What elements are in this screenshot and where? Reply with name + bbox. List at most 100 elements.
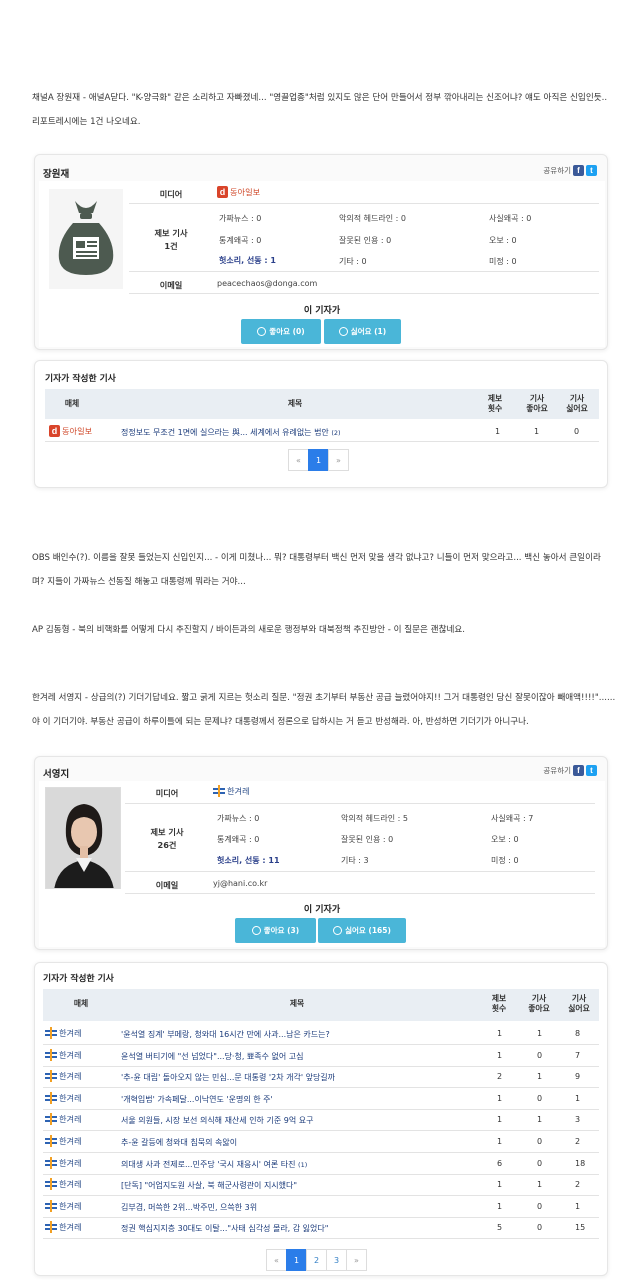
row-title[interactable]: 정정보도 무조건 1면에 실으라는 與... 세계에서 유례없는 법안 (2) (121, 427, 341, 438)
row-title-text[interactable]: 윤석열 버티기에 "선 넘었다"...당·청, 뾰족수 없어 고심 (121, 1052, 304, 1061)
like-button[interactable]: 좋아요 (3) (235, 918, 316, 943)
row-title[interactable]: '추-윤 대립' 돌아오지 않는 민심...문 대통령 '2차 개각' 앞당길까 (121, 1072, 335, 1083)
reporter-profile-card: 장원재 공유하기 f t 미디어 d 동아일보 제보 기사 1건 가짜뉴스 : … (34, 154, 608, 350)
row-reports: 2 (497, 1072, 503, 1082)
row-title[interactable]: 의대생 사과 전제로...민주당 '국시 재응시' 여론 타진 (1) (121, 1159, 307, 1170)
prev-page-button[interactable]: « (288, 449, 309, 471)
row-title-text[interactable]: 추-윤 갈등에 청와대 침묵의 속앓이 (121, 1138, 237, 1147)
row-media-name: 한겨레 (59, 1136, 82, 1146)
like-button[interactable]: 좋아요 (0) (241, 319, 321, 344)
row-title-text[interactable]: '윤석열 징계' 부메랑, 청와대 16시간 만에 사과...남은 카드는? (121, 1030, 330, 1039)
frown-icon (333, 926, 343, 935)
reporter-name: 서영지 (43, 769, 70, 780)
row-media[interactable]: 한겨레 (45, 1070, 82, 1083)
row-title[interactable]: '개혁입법' 가속페달...이낙연도 '운명의 한 주' (121, 1094, 273, 1105)
row-reports: 6 (497, 1158, 503, 1168)
row-media[interactable]: 한겨레 (45, 1027, 82, 1039)
dislike-button[interactable]: 싫어요 (165) (318, 918, 406, 943)
twitter-icon[interactable]: t (586, 765, 597, 776)
hani-logo-icon (45, 1199, 57, 1212)
row-media[interactable]: 한겨레 (45, 1135, 82, 1147)
donga-logo-icon: d (49, 425, 60, 437)
media-label: 미디어 (159, 189, 183, 199)
next-page-button[interactable]: » (328, 449, 349, 471)
hani-logo-icon (45, 1178, 57, 1191)
next-page-button[interactable]: » (346, 1249, 367, 1271)
hani-logo-icon (45, 1048, 57, 1061)
stat-undecided: 미정 : 0 (491, 856, 519, 865)
facebook-icon[interactable]: f (573, 765, 584, 776)
page-3-button[interactable]: 3 (326, 1249, 347, 1271)
row-likes: 1 (537, 1029, 543, 1038)
stat-misreport: 오보 : 0 (491, 835, 519, 844)
report-label: 제보 기사 (154, 228, 188, 238)
hani-logo-icon (45, 1221, 57, 1234)
row-media[interactable]: 한겨레 (45, 1221, 82, 1234)
row-media-name: 한겨레 (59, 1071, 82, 1082)
report-count: 1건 (164, 241, 178, 251)
media-label: 미디어 (155, 788, 179, 798)
row-title[interactable]: 정권 핵심지지층 30대도 이탈..."사태 심각성 몰라, 감 잃었다" (121, 1223, 328, 1234)
row-media[interactable]: 한겨레 (45, 1048, 82, 1061)
commentary-paragraph: OBS 배인수(?). 이름을 잘못 들었는지 신입인지... - 이게 미쳤나… (32, 553, 601, 587)
share-area: 공유하기 f t (543, 765, 597, 776)
row-media[interactable]: 한겨레 (45, 1156, 82, 1169)
col-likes: 기사 좋아요 (528, 994, 550, 1013)
like-button-label: 좋아요 (3) (263, 926, 300, 935)
row-media-name: 한겨레 (59, 1157, 82, 1168)
share-label: 공유하기 (543, 766, 571, 775)
stat-misquote: 잘못된 인용 : 0 (339, 236, 392, 245)
media-name: 동아일보 (230, 187, 261, 197)
row-title-text[interactable]: [단독] "어업지도원 사살, 북 해군사령관이 지시했다" (121, 1181, 297, 1190)
row-media-name: 한겨레 (59, 1049, 82, 1060)
row-media[interactable]: 한겨레 (45, 1113, 82, 1126)
prev-page-button[interactable]: « (266, 1249, 287, 1271)
row-dislikes: 7 (575, 1050, 581, 1060)
dislike-button-label: 싫어요 (165) (345, 926, 391, 935)
stat-other: 기타 : 0 (339, 257, 367, 266)
col-likes: 기사 좋아요 (526, 394, 548, 413)
hani-logo-icon (45, 1027, 57, 1039)
page-2-button[interactable]: 2 (306, 1249, 327, 1271)
row-dislikes: 9 (575, 1072, 581, 1082)
commentary-paragraph: AP 김동형 - 북의 비핵화를 어떻게 다시 추진할지 / 바이든과의 새로운… (32, 625, 466, 635)
row-title-text[interactable]: 의대생 사과 전제로...민주당 '국시 재응시' 여론 타진 (121, 1160, 295, 1169)
row-title-text[interactable]: 정권 핵심지지층 30대도 이탈..."사태 심각성 몰라, 감 잃었다" (121, 1224, 328, 1233)
row-media-name: 한겨레 (59, 1028, 82, 1038)
row-media[interactable]: d 동아일보 (49, 425, 92, 437)
row-title-text[interactable]: '개혁입법' 가속페달...이낙연도 '운명의 한 주' (121, 1095, 273, 1104)
media-link[interactable]: 한겨레 (213, 785, 250, 797)
row-title-text[interactable]: 정정보도 무조건 1면에 실으라는 與... 세계에서 유례없는 법안 (121, 428, 329, 437)
smile-icon (257, 327, 267, 336)
row-media-name: 한겨레 (59, 1179, 82, 1190)
stat-fake-news: 가짜뉴스 : 0 (219, 214, 262, 223)
row-title-text[interactable]: '추-윤 대립' 돌아오지 않는 민심...문 대통령 '2차 개각' 앞당길까 (121, 1073, 335, 1082)
row-title[interactable]: [단독] "어업지도원 사살, 북 해군사령관이 지시했다" (121, 1180, 297, 1191)
page-1-button[interactable]: 1 (286, 1249, 307, 1271)
row-title[interactable]: '윤석열 징계' 부메랑, 청와대 16시간 만에 사과...남은 카드는? (121, 1029, 330, 1040)
col-reports: 제보 횟수 (491, 994, 507, 1013)
report-label: 제보 기사 (150, 827, 184, 837)
col-title: 제목 (287, 399, 303, 408)
hani-logo-icon (45, 1156, 57, 1169)
row-title-text[interactable]: 김부겸, 머쓱한 2위...박주민, 으쓱한 3위 (121, 1203, 257, 1212)
row-media[interactable]: 한겨레 (45, 1199, 82, 1212)
reporter-name: 장원재 (43, 169, 70, 180)
row-title-text[interactable]: 서울 의원들, 시장 보선 의식해 재산세 인하 기준 9억 요구 (121, 1116, 313, 1125)
twitter-icon[interactable]: t (586, 165, 597, 176)
row-likes: 0 (537, 1201, 543, 1211)
facebook-icon[interactable]: f (573, 165, 584, 176)
hani-logo-icon (45, 1091, 57, 1104)
row-media[interactable]: 한겨레 (45, 1178, 82, 1191)
media-link[interactable]: d 동아일보 (217, 186, 260, 198)
row-media[interactable]: 한겨레 (45, 1091, 82, 1104)
row-title[interactable]: 김부겸, 머쓱한 2위...박주민, 으쓱한 3위 (121, 1202, 257, 1213)
row-likes: 0 (537, 1223, 543, 1233)
dislike-button[interactable]: 싫어요 (1) (324, 319, 401, 344)
articles-title: 기자가 작성한 기사 (45, 374, 116, 384)
row-title[interactable]: 추-윤 갈등에 청와대 침묵의 속앓이 (121, 1137, 237, 1148)
row-title[interactable]: 서울 의원들, 시장 보선 의식해 재산세 인하 기준 9억 요구 (121, 1115, 313, 1126)
dislike-button-label: 싫어요 (1) (350, 327, 387, 336)
row-title[interactable]: 윤석열 버티기에 "선 넘었다"...당·청, 뾰족수 없어 고심 (121, 1051, 304, 1062)
page-1-button[interactable]: 1 (308, 449, 329, 471)
